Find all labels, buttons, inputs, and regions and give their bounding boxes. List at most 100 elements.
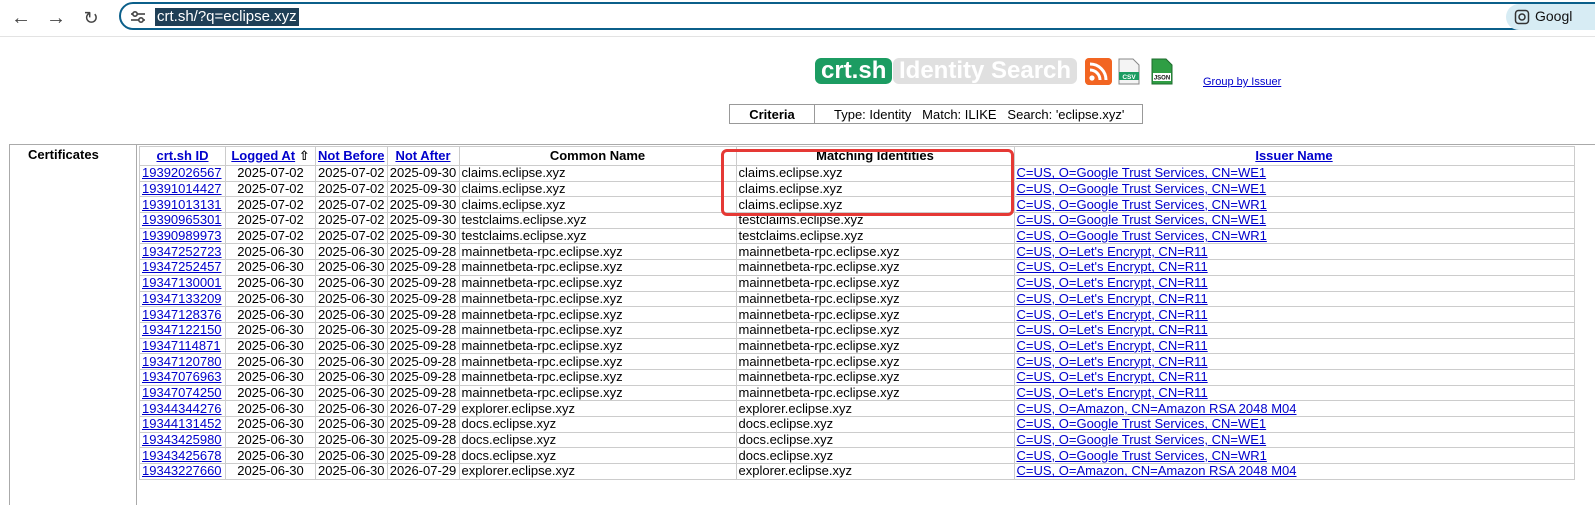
csv-icon[interactable]: CSV <box>1118 58 1140 85</box>
cert-id-cell[interactable]: 19347114871 <box>139 337 226 355</box>
issuer-link[interactable]: C=US, O=Google Trust Services, CN=WE1 <box>1017 417 1267 431</box>
col-not-after[interactable]: Not After <box>386 146 460 166</box>
issuer-link[interactable]: C=US, O=Google Trust Services, CN=WE1 <box>1017 166 1267 180</box>
issuer-link[interactable]: C=US, O=Let's Encrypt, CN=R11 <box>1017 386 1208 400</box>
issuer-link[interactable]: C=US, O=Google Trust Services, CN=WR1 <box>1017 449 1267 463</box>
cert-id-cell[interactable]: 19344344276 <box>139 400 226 417</box>
group-by-issuer-link[interactable]: Group by Issuer <box>1203 76 1281 88</box>
issuer-link[interactable]: C=US, O=Let's Encrypt, CN=R11 <box>1017 292 1208 306</box>
cert-id-cell[interactable]: 19391013131 <box>139 196 226 214</box>
not-before-cell: 2025-07-02 <box>315 227 388 245</box>
issuer-link[interactable]: C=US, O=Google Trust Services, CN=WE1 <box>1017 182 1267 196</box>
issuer-cell[interactable]: C=US, O=Let's Encrypt, CN=R11 <box>1013 384 1575 402</box>
issuer-link[interactable]: C=US, O=Let's Encrypt, CN=R11 <box>1017 308 1208 322</box>
col-issuer-name[interactable]: Issuer Name <box>1013 146 1575 166</box>
cert-id-cell[interactable]: 19347252457 <box>139 259 226 276</box>
cert-id-link[interactable]: 19390965301 <box>142 214 222 228</box>
issuer-cell[interactable]: C=US, O=Let's Encrypt, CN=R11 <box>1013 259 1575 276</box>
cert-id-link[interactable]: 19344131452 <box>142 417 222 431</box>
issuer-cell[interactable]: C=US, O=Google Trust Services, CN=WR1 <box>1013 447 1575 465</box>
cert-id-cell[interactable]: 19347120780 <box>139 353 226 370</box>
cert-id-cell[interactable]: 19390965301 <box>139 212 226 229</box>
issuer-cell[interactable]: C=US, O=Let's Encrypt, CN=R11 <box>1013 368 1575 386</box>
cert-id-link[interactable]: 19391013131 <box>142 198 222 212</box>
issuer-cell[interactable]: C=US, O=Google Trust Services, CN=WE1 <box>1013 431 1575 449</box>
issuer-link[interactable]: C=US, O=Google Trust Services, CN=WR1 <box>1017 198 1267 212</box>
issuer-cell[interactable]: C=US, O=Let's Encrypt, CN=R11 <box>1013 290 1575 308</box>
cert-id-link[interactable]: 19347252457 <box>142 261 222 275</box>
cert-id-cell[interactable]: 19343425678 <box>139 447 226 465</box>
issuer-cell[interactable]: C=US, O=Let's Encrypt, CN=R11 <box>1013 321 1575 339</box>
cert-id-cell[interactable]: 19391014427 <box>139 180 226 198</box>
issuer-link[interactable]: C=US, O=Let's Encrypt, CN=R11 <box>1017 339 1208 353</box>
issuer-link[interactable]: C=US, O=Google Trust Services, CN=WE1 <box>1017 214 1267 228</box>
issuer-cell[interactable]: C=US, O=Google Trust Services, CN=WR1 <box>1013 227 1575 245</box>
crtsh-logo[interactable]: crt.sh <box>815 58 893 84</box>
not-before-cell: 2025-06-30 <box>315 431 388 449</box>
issuer-link[interactable]: C=US, O=Let's Encrypt, CN=R11 <box>1017 370 1208 384</box>
col-crtsh-id[interactable]: crt.sh ID <box>139 146 226 166</box>
issuer-cell[interactable]: C=US, O=Let's Encrypt, CN=R11 <box>1013 337 1575 355</box>
cert-id-cell[interactable]: 19347252723 <box>139 243 226 261</box>
back-icon[interactable]: ← <box>9 6 33 30</box>
json-icon[interactable]: JSON <box>1151 58 1173 85</box>
cert-id-link[interactable]: 19392026567 <box>142 166 222 180</box>
cert-id-link[interactable]: 19347128376 <box>142 308 222 322</box>
cert-id-cell[interactable]: 19344131452 <box>139 416 226 433</box>
cert-id-cell[interactable]: 19343227660 <box>139 463 226 480</box>
address-bar[interactable]: crt.sh/?q=eclipse.xyz <box>119 2 1595 30</box>
issuer-cell[interactable]: C=US, O=Amazon, CN=Amazon RSA 2048 M04 <box>1013 463 1575 480</box>
cert-id-link[interactable]: 19347076963 <box>142 370 222 384</box>
issuer-cell[interactable]: C=US, O=Let's Encrypt, CN=R11 <box>1013 306 1575 323</box>
issuer-link[interactable]: C=US, O=Let's Encrypt, CN=R11 <box>1017 261 1208 275</box>
cert-id-cell[interactable]: 19347128376 <box>139 306 226 323</box>
issuer-link[interactable]: C=US, O=Amazon, CN=Amazon RSA 2048 M04 <box>1017 465 1297 479</box>
cert-id-cell[interactable]: 19347122150 <box>139 321 226 339</box>
cert-id-link[interactable]: 19344344276 <box>142 402 222 416</box>
cert-id-cell[interactable]: 19347076963 <box>139 368 226 386</box>
rss-icon[interactable] <box>1085 58 1112 85</box>
cert-id-link[interactable]: 19347122150 <box>142 323 222 337</box>
cert-id-link[interactable]: 19343425678 <box>142 449 222 463</box>
cert-id-link[interactable]: 19390989973 <box>142 229 222 243</box>
cert-id-cell[interactable]: 19390989973 <box>139 227 226 245</box>
issuer-cell[interactable]: C=US, O=Let's Encrypt, CN=R11 <box>1013 274 1575 292</box>
cert-id-link[interactable]: 19347120780 <box>142 355 222 369</box>
issuer-link[interactable]: C=US, O=Amazon, CN=Amazon RSA 2048 M04 <box>1017 402 1297 416</box>
col-logged-at[interactable]: Logged At ⇧ <box>225 146 316 166</box>
issuer-link[interactable]: C=US, O=Let's Encrypt, CN=R11 <box>1017 245 1208 259</box>
issuer-link[interactable]: C=US, O=Google Trust Services, CN=WR1 <box>1017 229 1267 243</box>
cert-id-link[interactable]: 19347133209 <box>142 292 222 306</box>
cert-id-link[interactable]: 19347114871 <box>142 339 221 353</box>
site-settings-icon[interactable] <box>129 8 147 26</box>
issuer-link[interactable]: C=US, O=Let's Encrypt, CN=R11 <box>1017 355 1208 369</box>
cert-id-cell[interactable]: 19343425980 <box>139 431 226 449</box>
issuer-cell[interactable]: C=US, O=Google Trust Services, CN=WR1 <box>1013 196 1575 214</box>
issuer-link[interactable]: C=US, O=Let's Encrypt, CN=R11 <box>1017 276 1208 290</box>
col-not-before[interactable]: Not Before <box>315 146 388 166</box>
issuer-cell[interactable]: C=US, O=Google Trust Services, CN=WE1 <box>1013 212 1575 229</box>
cert-id-cell[interactable]: 19347133209 <box>139 290 226 308</box>
cert-id-link[interactable]: 19343425980 <box>142 433 222 447</box>
cert-id-link[interactable]: 19347252723 <box>142 245 222 259</box>
cert-id-cell[interactable]: 19347074250 <box>139 384 226 402</box>
matching-identity-cell: mainnetbeta-rpc.eclipse.xyz <box>735 384 1015 402</box>
cert-id-cell[interactable]: 19347130001 <box>139 274 226 292</box>
issuer-cell[interactable]: C=US, O=Google Trust Services, CN=WE1 <box>1013 180 1575 198</box>
cert-id-link[interactable]: 19347074250 <box>142 386 222 400</box>
url-text[interactable]: crt.sh/?q=eclipse.xyz <box>155 8 299 26</box>
issuer-link[interactable]: C=US, O=Let's Encrypt, CN=R11 <box>1017 323 1208 337</box>
issuer-link[interactable]: C=US, O=Google Trust Services, CN=WE1 <box>1017 433 1267 447</box>
issuer-cell[interactable]: C=US, O=Amazon, CN=Amazon RSA 2048 M04 <box>1013 400 1575 417</box>
cert-id-link[interactable]: 19391014427 <box>142 182 222 196</box>
cert-id-cell[interactable]: 19392026567 <box>139 165 226 182</box>
issuer-cell[interactable]: C=US, O=Google Trust Services, CN=WE1 <box>1013 416 1575 433</box>
cert-id-link[interactable]: 19343227660 <box>142 465 222 479</box>
google-lens-button[interactable]: Googl <box>1506 4 1595 30</box>
issuer-cell[interactable]: C=US, O=Let's Encrypt, CN=R11 <box>1013 353 1575 370</box>
reload-icon[interactable]: ↻ <box>79 6 103 30</box>
issuer-cell[interactable]: C=US, O=Google Trust Services, CN=WE1 <box>1013 165 1575 182</box>
cert-id-link[interactable]: 19347130001 <box>142 276 222 290</box>
forward-icon[interactable]: → <box>44 6 68 30</box>
issuer-cell[interactable]: C=US, O=Let's Encrypt, CN=R11 <box>1013 243 1575 261</box>
